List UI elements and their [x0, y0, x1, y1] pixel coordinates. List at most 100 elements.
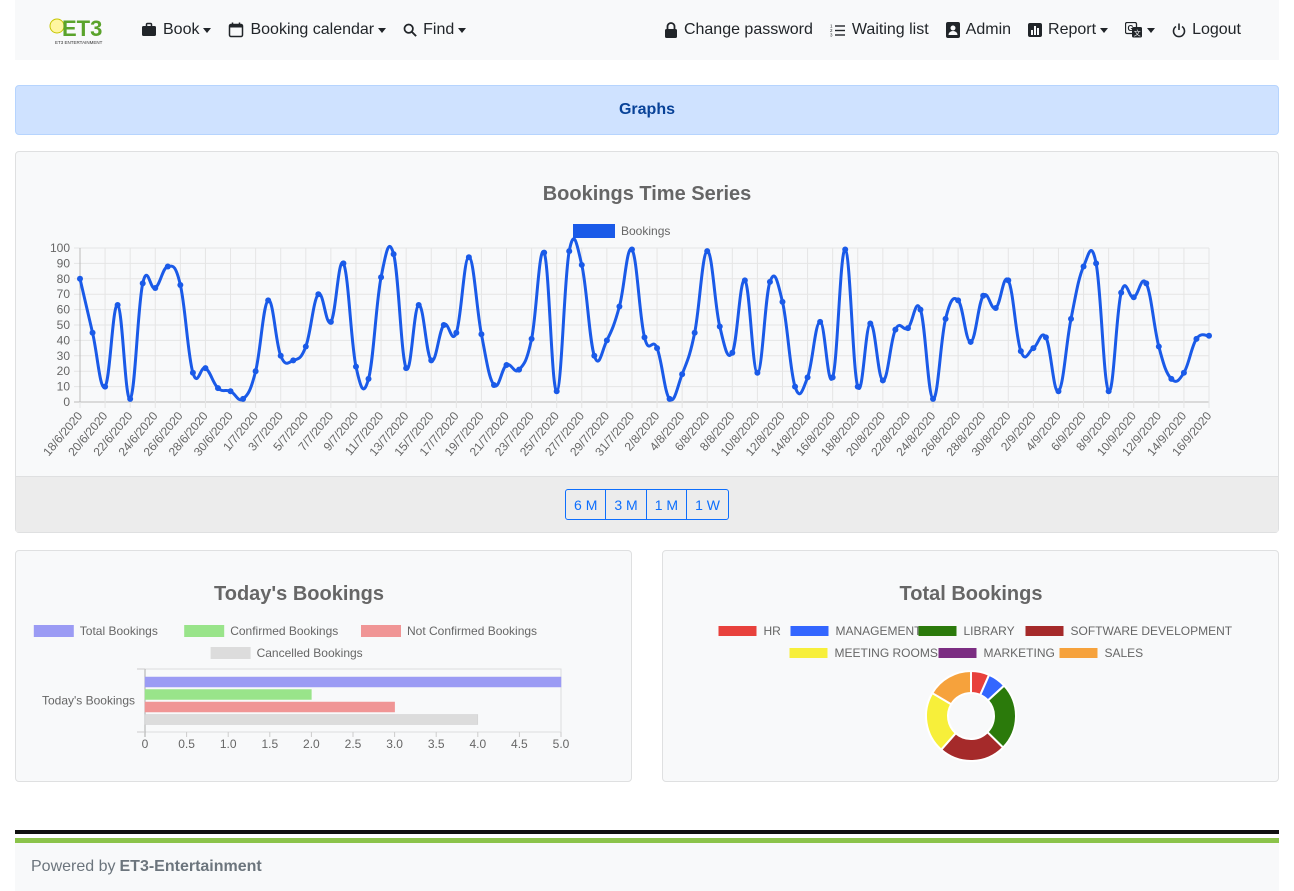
data-point — [628, 246, 635, 253]
nav-logout[interactable]: Logout — [1172, 21, 1241, 39]
data-point — [189, 369, 196, 376]
x-tick-label: 3.0 — [386, 737, 403, 751]
graphs-header: Graphs — [15, 85, 1279, 135]
calendar-icon — [229, 22, 244, 38]
range-3m-button[interactable]: 3 M — [605, 489, 647, 520]
data-point — [315, 291, 322, 298]
data-point — [1206, 332, 1212, 339]
nav-waiting-list[interactable]: 123 Waiting list — [830, 21, 929, 39]
data-point — [1180, 369, 1187, 376]
data-point — [503, 362, 510, 369]
data-point — [654, 345, 661, 352]
bar-cancelled-bookings — [144, 714, 479, 725]
todays-bookings-chart: Today's Bookings Total Bookings Confirmed… — [33, 583, 570, 751]
data-point — [177, 281, 184, 288]
nav-book[interactable]: Book — [141, 21, 212, 39]
data-point — [1130, 294, 1137, 301]
data-point — [980, 292, 987, 299]
data-point — [553, 388, 560, 395]
data-point — [766, 278, 773, 285]
data-point — [164, 263, 171, 270]
data-point — [792, 383, 799, 390]
navbar: ET3 ET3 ENTERTAINMENT Book Booking calen… — [15, 0, 1279, 60]
brand-logo[interactable]: ET3 ET3 ENTERTAINMENT — [47, 12, 115, 46]
nav-report-label: Report — [1048, 21, 1097, 38]
y-tick-label: 90 — [57, 256, 71, 270]
y-tick-label: 20 — [57, 364, 71, 378]
data-point — [1193, 335, 1200, 342]
data-point — [528, 335, 535, 342]
data-point — [1005, 277, 1012, 284]
data-point — [942, 315, 949, 322]
time-series-chart: Bookings Time Series Bookings 010 2030 405… — [40, 183, 1214, 459]
nav-find[interactable]: Find — [403, 21, 467, 39]
data-point — [327, 318, 334, 325]
data-point — [490, 382, 497, 389]
range-1m-button[interactable]: 1 M — [645, 489, 688, 520]
nav-change-password[interactable]: Change password — [664, 21, 813, 39]
legend-swatch — [938, 648, 977, 658]
chart-title: Total Bookings — [900, 583, 1043, 605]
nav-book-label: Book — [163, 21, 200, 38]
range-6m-button[interactable]: 6 M — [565, 489, 607, 520]
data-point — [227, 388, 234, 395]
x-tick-label: 0 — [142, 737, 149, 751]
legend-label: Cancelled Bookings — [257, 646, 363, 660]
translate-icon: G文 — [1125, 22, 1143, 38]
data-point — [854, 383, 861, 390]
y-tick-label: 70 — [57, 287, 71, 301]
x-tick-label: 5.0 — [553, 737, 570, 751]
data-point — [516, 366, 523, 373]
briefcase-icon — [142, 22, 156, 36]
x-tick-label: 0.5 — [178, 737, 195, 751]
range-1w-button[interactable]: 1 W — [686, 489, 729, 520]
legend-label: SOFTWARE DEVELOPMENT — [1071, 624, 1233, 638]
data-point — [917, 306, 924, 313]
nav-right: Change password 123 Waiting list Admin R… — [647, 0, 1241, 60]
legend-label: MEETING ROOMS — [835, 646, 938, 660]
footer-company[interactable]: ET3-Entertainment — [120, 858, 262, 876]
legend-swatch — [789, 648, 828, 658]
x-tick-label: 4.0 — [469, 737, 486, 751]
data-point — [1055, 388, 1062, 395]
chevron-down-icon — [378, 27, 387, 33]
footer-divider-dark — [15, 830, 1279, 834]
legend-swatch — [33, 625, 74, 637]
data-point — [892, 326, 899, 333]
data-point — [1068, 315, 1075, 322]
legend-label: Confirmed Bookings — [230, 624, 338, 638]
legend-swatch — [1059, 648, 1098, 658]
legend-label: LIBRARY — [964, 624, 1015, 638]
data-point — [478, 331, 485, 338]
x-tick-label: 1.0 — [220, 737, 237, 751]
legend-swatch — [718, 626, 757, 636]
y-tick-label: 100 — [50, 241, 70, 255]
nav-change-password-label: Change password — [683, 21, 813, 38]
data-point — [591, 352, 598, 359]
x-tick-label: 2.5 — [345, 737, 362, 751]
x-tick-label: 4.5 — [511, 737, 528, 751]
todays-bookings-card: Today's Bookings Total Bookings Confirmed… — [15, 550, 632, 782]
nav-language[interactable]: G文 — [1125, 22, 1156, 38]
nav-report[interactable]: Report — [1028, 21, 1109, 39]
data-point — [754, 369, 761, 376]
nav-admin[interactable]: Admin — [945, 21, 1011, 39]
data-point — [729, 349, 736, 356]
data-point — [390, 251, 397, 258]
data-point — [415, 301, 422, 308]
data-point — [240, 395, 247, 402]
data-point — [1093, 260, 1100, 267]
data-point — [340, 260, 347, 267]
y-tick-label: 40 — [57, 333, 71, 347]
data-point — [1080, 263, 1087, 270]
nav-booking-calendar[interactable]: Booking calendar — [228, 21, 387, 39]
y-tick-label: 0 — [63, 395, 70, 409]
data-point — [603, 337, 610, 344]
svg-text:3: 3 — [830, 33, 833, 38]
data-point — [89, 329, 96, 336]
footer-prefix: Powered by — [31, 858, 116, 875]
legend-swatch-bookings — [573, 224, 615, 238]
svg-text:文: 文 — [1134, 29, 1141, 38]
data-point — [139, 280, 146, 287]
data-point — [102, 383, 109, 390]
